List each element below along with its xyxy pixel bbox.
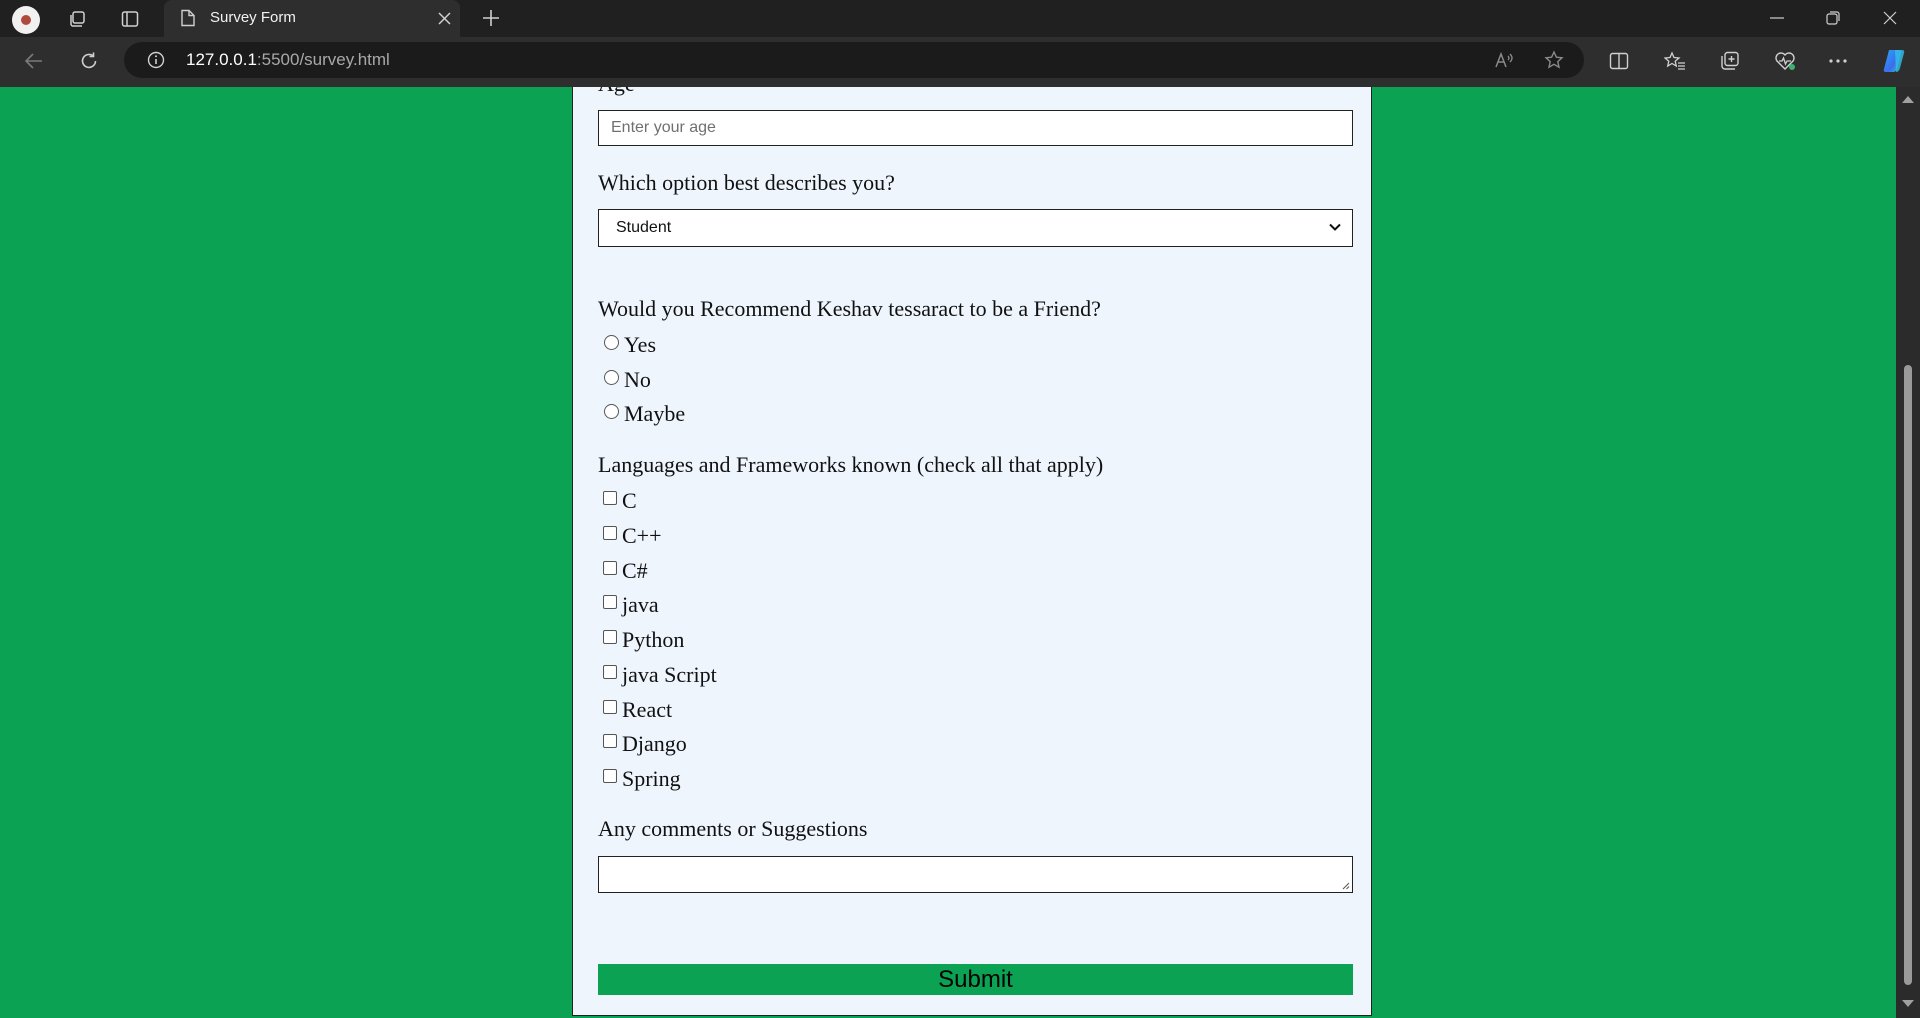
checkbox[interactable] [603, 526, 617, 540]
scroll-thumb[interactable] [1904, 365, 1912, 985]
recommend-option-label: Yes [624, 332, 657, 357]
copilot-icon[interactable] [1880, 47, 1908, 75]
survey-form: Age Which option best describes you? Stu… [572, 87, 1372, 1016]
favorite-star-icon[interactable] [1544, 50, 1564, 70]
site-info-icon[interactable] [147, 51, 165, 69]
recommend-label: Would you Recommend Keshav tessaract to … [598, 296, 1101, 321]
new-tab-icon[interactable] [482, 9, 500, 27]
language-option-label: java [622, 592, 659, 617]
page-scrollbar[interactable] [1896, 87, 1920, 1018]
language-option-label: Python [622, 627, 685, 652]
language-option[interactable]: C [598, 488, 637, 514]
tab-survey-form[interactable]: Survey Form [164, 0, 460, 37]
more-options-icon[interactable] [1829, 59, 1847, 63]
checkbox[interactable] [603, 630, 617, 644]
collections-icon[interactable] [1720, 51, 1740, 71]
checkbox[interactable] [603, 769, 617, 783]
chevron-down-icon [1329, 223, 1341, 231]
language-option-label: C++ [622, 523, 662, 548]
checkbox[interactable] [603, 665, 617, 679]
recommend-option-label: Maybe [624, 401, 686, 426]
scroll-down-arrow-icon[interactable] [1902, 1000, 1914, 1007]
language-option[interactable]: Django [598, 731, 687, 757]
radio-button[interactable] [604, 403, 619, 419]
language-option-label: java Script [622, 662, 717, 687]
profile-avatar[interactable] [12, 6, 40, 34]
close-tab-icon[interactable] [438, 12, 451, 25]
checkbox[interactable] [603, 491, 617, 505]
checkbox[interactable] [603, 734, 617, 748]
language-option-label: C# [622, 558, 648, 583]
language-option[interactable]: java Script [598, 662, 717, 688]
language-option[interactable]: java [598, 592, 659, 618]
language-option[interactable]: React [598, 697, 672, 723]
browser-toolbar: 127.0.0.1:5500/survey.html [0, 37, 1920, 87]
split-screen-icon[interactable] [1609, 52, 1629, 70]
browser-titlebar: Survey Form [0, 0, 1920, 37]
recommend-option-label: No [624, 367, 651, 392]
back-icon[interactable] [24, 52, 44, 70]
language-option[interactable]: Python [598, 627, 684, 653]
age-label: Age [598, 87, 635, 97]
scroll-up-arrow-icon[interactable] [1902, 96, 1914, 103]
restore-icon[interactable] [1826, 11, 1840, 25]
radio-button[interactable] [604, 334, 619, 350]
recommend-option[interactable]: Yes [598, 332, 656, 358]
language-option-label: React [622, 697, 673, 722]
role-selected-value: Student [616, 219, 672, 236]
resize-grip-icon[interactable] [1341, 881, 1350, 890]
role-label: Which option best describes you? [598, 170, 895, 195]
url-path: :5500/survey.html [256, 50, 390, 69]
minimize-icon[interactable] [1770, 17, 1784, 19]
url-host: 127.0.0.1 [186, 50, 257, 69]
refresh-icon[interactable] [79, 51, 99, 71]
recommend-option[interactable]: No [598, 367, 651, 393]
language-option[interactable]: C# [598, 558, 648, 584]
read-aloud-icon[interactable] [1494, 51, 1514, 69]
page-viewport: Age Which option best describes you? Stu… [6, 87, 1896, 1018]
language-option[interactable]: C++ [598, 523, 662, 549]
language-option-label: Django [622, 731, 687, 756]
language-option-label: Spring [622, 766, 681, 791]
checkbox[interactable] [603, 561, 617, 575]
age-input[interactable] [598, 110, 1353, 146]
comments-label: Any comments or Suggestions [598, 816, 868, 841]
checkbox[interactable] [603, 595, 617, 609]
tab-actions-icon[interactable] [121, 10, 139, 28]
page-icon [181, 9, 195, 27]
workspaces-icon[interactable] [68, 10, 86, 28]
favorites-icon[interactable] [1664, 51, 1686, 71]
radio-button[interactable] [604, 369, 619, 385]
language-option[interactable]: Spring [598, 766, 681, 792]
submit-button[interactable]: Submit [598, 964, 1353, 995]
browser-essentials-icon[interactable] [1774, 51, 1796, 71]
role-select[interactable]: Student [598, 209, 1353, 247]
tab-title: Survey Form [210, 9, 296, 26]
checkbox[interactable] [603, 700, 617, 714]
close-window-icon[interactable] [1883, 11, 1897, 25]
comments-textarea[interactable] [598, 856, 1353, 893]
url-text[interactable]: 127.0.0.1:5500/survey.html [186, 50, 390, 70]
language-option-label: C [622, 488, 637, 513]
recommend-option[interactable]: Maybe [598, 401, 685, 427]
address-bar[interactable]: 127.0.0.1:5500/survey.html [124, 42, 1584, 78]
languages-label: Languages and Frameworks known (check al… [598, 452, 1104, 477]
